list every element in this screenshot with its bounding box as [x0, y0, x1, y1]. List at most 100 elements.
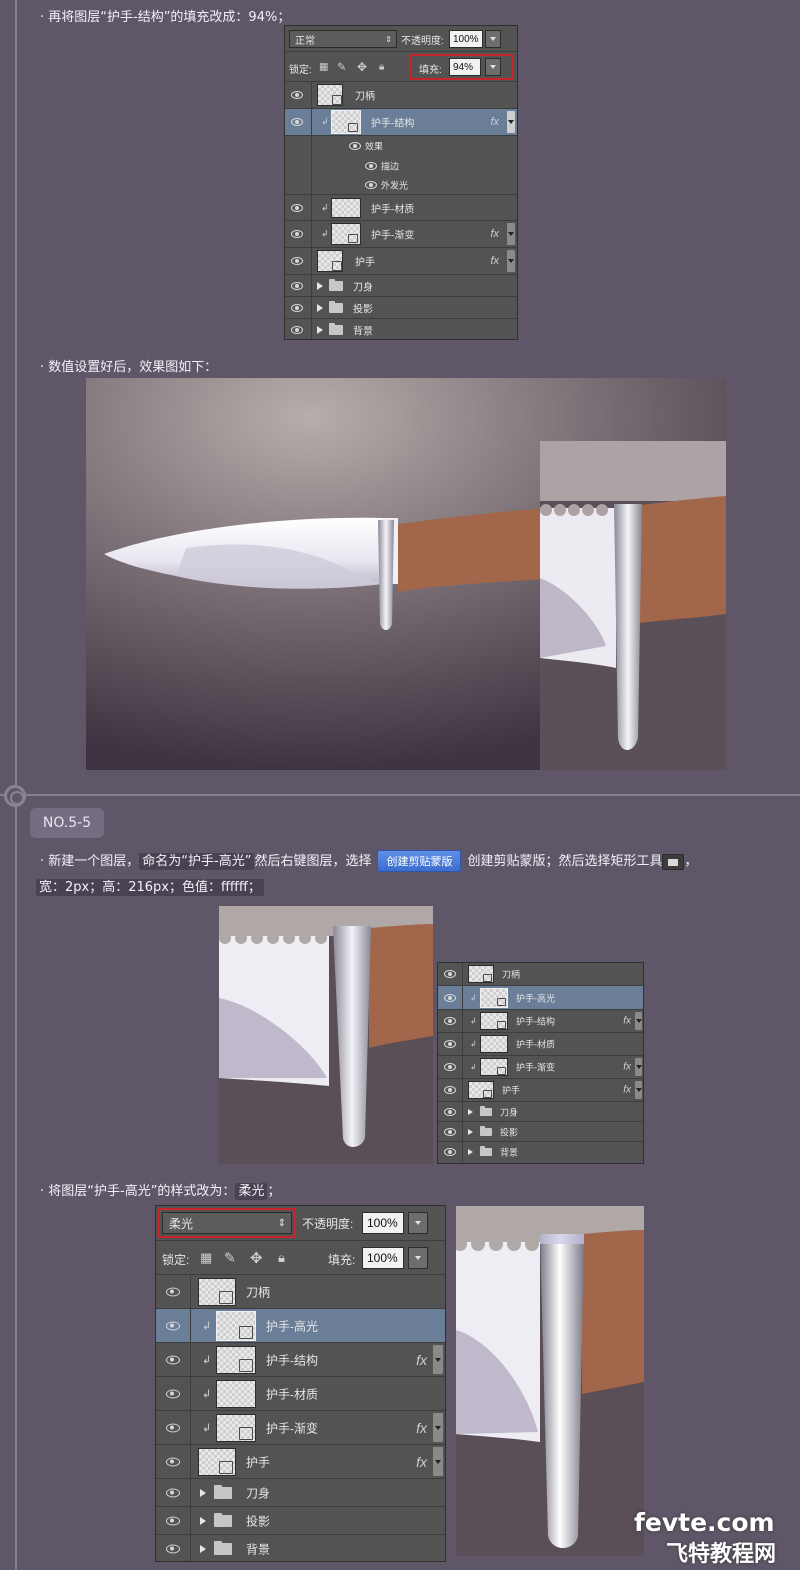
eye-icon[interactable]	[166, 1355, 180, 1364]
fill-input[interactable]: 100%	[362, 1247, 404, 1269]
blend-mode-select[interactable]: 柔光 ⇕	[162, 1212, 292, 1234]
group-row[interactable]: 投影	[285, 297, 517, 319]
expand-effects-button[interactable]	[507, 250, 515, 272]
expand-arrow-icon[interactable]	[200, 1516, 206, 1525]
layer-row-selected[interactable]: ↲ 护手-高光	[156, 1309, 445, 1343]
eye-icon[interactable]	[444, 1107, 456, 1116]
eye-icon[interactable]	[291, 203, 303, 212]
fx-icon[interactable]: fx	[416, 1420, 427, 1436]
layer-row[interactable]: ↲ 护手-渐变 fx	[438, 1056, 643, 1079]
layer-row[interactable]: 护手 fx	[438, 1079, 643, 1102]
layer-row[interactable]: 护手 fx	[285, 248, 517, 275]
fx-icon[interactable]: fx	[490, 228, 499, 240]
layer-row[interactable]: ↲ 护手-结构 fx	[156, 1343, 445, 1377]
layer-row[interactable]: 刀柄	[285, 82, 517, 109]
group-row[interactable]: 投影	[156, 1507, 445, 1535]
eye-icon[interactable]	[365, 180, 377, 189]
lock-move-icon[interactable]: ✥	[357, 60, 367, 74]
eye-icon[interactable]	[291, 326, 303, 334]
lock-brush-icon[interactable]: ✎	[224, 1249, 236, 1266]
lock-transparent-icon[interactable]: ▦	[319, 61, 328, 72]
group-row[interactable]: 刀身	[285, 275, 517, 297]
expand-effects-button[interactable]	[507, 223, 515, 245]
layer-row[interactable]: ↲ 护手-材质	[156, 1377, 445, 1411]
group-row[interactable]: 背景	[438, 1142, 643, 1162]
layer-row-selected[interactable]: ↲ 护手-高光	[438, 986, 643, 1010]
layer-row[interactable]: ↲ 护手-渐变 fx	[156, 1411, 445, 1445]
group-row[interactable]: 投影	[438, 1122, 643, 1142]
expand-arrow-icon[interactable]	[200, 1488, 206, 1497]
expand-arrow-icon[interactable]	[200, 1545, 206, 1553]
lock-move-icon[interactable]: ✥	[250, 1249, 263, 1267]
expand-arrow-icon[interactable]	[468, 1108, 473, 1115]
group-row[interactable]: 背景	[156, 1535, 445, 1561]
eye-icon[interactable]	[166, 1488, 180, 1497]
eye-icon[interactable]	[444, 970, 456, 978]
fx-icon[interactable]: fx	[416, 1352, 427, 1368]
eye-icon[interactable]	[291, 118, 303, 126]
fill-dropdown-button[interactable]	[485, 58, 501, 76]
eye-icon[interactable]	[291, 257, 303, 265]
lock-all-icon[interactable]: 🔒︎	[278, 1250, 285, 1266]
layer-row[interactable]: 刀柄	[438, 963, 643, 986]
eye-icon[interactable]	[166, 1544, 180, 1554]
fx-icon[interactable]: fx	[623, 1085, 631, 1096]
fx-icon[interactable]: fx	[623, 1062, 631, 1073]
fx-icon[interactable]: fx	[490, 255, 499, 267]
layer-row[interactable]: ↲ 护手-材质	[438, 1033, 643, 1056]
expand-effects-button[interactable]	[635, 1058, 642, 1076]
expand-arrow-icon[interactable]	[317, 281, 323, 290]
expand-effects-button[interactable]	[635, 1012, 642, 1030]
layer-row[interactable]: 刀柄	[156, 1275, 445, 1309]
expand-effects-button[interactable]	[635, 1081, 642, 1099]
expand-arrow-icon[interactable]	[468, 1128, 473, 1135]
group-row[interactable]: 刀身	[156, 1479, 445, 1507]
fx-icon[interactable]: fx	[490, 116, 499, 128]
opacity-dropdown-button[interactable]	[485, 30, 501, 48]
eye-icon[interactable]	[291, 230, 303, 238]
group-row[interactable]: 刀身	[438, 1102, 643, 1122]
lock-transparent-icon[interactable]: ▦	[200, 1250, 212, 1266]
eye-icon[interactable]	[444, 1040, 456, 1048]
eye-icon[interactable]	[291, 281, 303, 290]
eye-icon[interactable]	[166, 1516, 180, 1525]
eye-icon[interactable]	[444, 1127, 456, 1136]
eye-icon[interactable]	[349, 142, 361, 150]
expand-effects-button[interactable]	[433, 1413, 443, 1442]
layer-row[interactable]: ↲ 护手-渐变 fx	[285, 221, 517, 248]
eye-icon[interactable]	[291, 303, 303, 312]
eye-icon[interactable]	[166, 1389, 180, 1398]
opacity-input[interactable]: 100%	[449, 30, 483, 48]
scroll-thumb[interactable]	[507, 111, 515, 133]
opacity-dropdown-button[interactable]	[408, 1212, 428, 1234]
expand-effects-button[interactable]	[433, 1447, 443, 1476]
opacity-input[interactable]: 100%	[362, 1212, 404, 1234]
fx-icon[interactable]: fx	[416, 1454, 427, 1470]
layer-row[interactable]: 护手 fx	[156, 1445, 445, 1479]
eye-icon[interactable]	[444, 1017, 456, 1025]
layer-row[interactable]: ↲ 护手-结构 fx	[438, 1010, 643, 1033]
create-clipping-mask-button[interactable]: 创建剪贴蒙版	[377, 850, 462, 872]
layer-row[interactable]: ↲ 护手-材质	[285, 195, 517, 221]
eye-icon[interactable]	[444, 1086, 456, 1094]
eye-icon[interactable]	[444, 1063, 456, 1071]
lock-brush-icon[interactable]: ✎	[337, 60, 346, 73]
fill-input[interactable]: 94%	[449, 58, 481, 76]
lock-all-icon[interactable]: 🔒︎	[379, 61, 384, 72]
eye-icon[interactable]	[166, 1423, 180, 1432]
expand-arrow-icon[interactable]	[317, 303, 323, 312]
expand-effects-button[interactable]	[433, 1345, 443, 1374]
eye-icon[interactable]	[444, 993, 456, 1002]
fx-icon[interactable]: fx	[623, 1016, 631, 1027]
group-row[interactable]: 背景	[285, 319, 517, 339]
expand-arrow-icon[interactable]	[468, 1149, 473, 1155]
eye-icon[interactable]	[166, 1457, 180, 1466]
fill-dropdown-button[interactable]	[408, 1247, 428, 1269]
eye-icon[interactable]	[365, 161, 377, 170]
eye-icon[interactable]	[166, 1321, 180, 1330]
eye-icon[interactable]	[166, 1287, 180, 1296]
eye-icon[interactable]	[444, 1148, 456, 1156]
expand-arrow-icon[interactable]	[317, 326, 323, 334]
blend-mode-select[interactable]: 正常 ⇕	[289, 30, 397, 48]
eye-icon[interactable]	[291, 91, 303, 99]
